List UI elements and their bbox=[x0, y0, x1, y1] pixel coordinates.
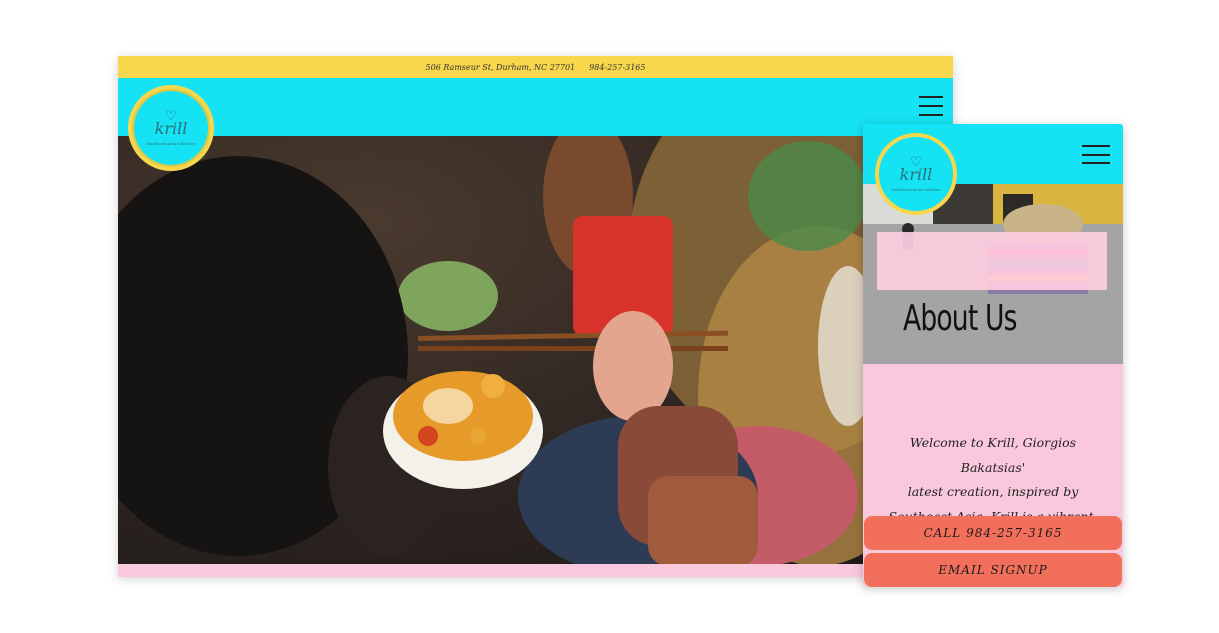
about-title-backdrop bbox=[877, 232, 1107, 290]
about-us-heading: About Us bbox=[903, 298, 1017, 339]
about-body-text: Welcome to Krill, Giorgios Bakatsias' la… bbox=[863, 431, 1123, 529]
logo-name: krill bbox=[899, 165, 933, 184]
body-line: latest creation, inspired by bbox=[907, 484, 1079, 499]
hero-image bbox=[118, 136, 953, 564]
address-text: 506 Ramseur St, Durham, NC 27701 bbox=[425, 62, 576, 72]
logo-tagline: Southeast Asian Kitchen bbox=[891, 187, 941, 192]
top-info-bar: 506 Ramseur St, Durham, NC 27701 984-257… bbox=[118, 56, 953, 78]
phone-link[interactable]: 984-257-3165 bbox=[589, 63, 645, 72]
desktop-mockup: 506 Ramseur St, Durham, NC 27701 984-257… bbox=[118, 56, 953, 577]
site-header bbox=[118, 78, 953, 136]
call-button[interactable]: CALL 984-257-3165 bbox=[864, 516, 1122, 550]
mobile-mockup: ♡ krill Southeast Asian Kitchen About Us… bbox=[863, 124, 1123, 587]
hamburger-menu-icon[interactable] bbox=[919, 96, 943, 116]
hamburger-menu-icon[interactable] bbox=[1082, 145, 1110, 164]
body-line: Welcome to Krill, Giorgios Bakatsias' bbox=[909, 435, 1077, 475]
logo-tagline: Southeast Asian Kitchen bbox=[146, 141, 196, 146]
krill-logo[interactable]: ♡ krill Southeast Asian Kitchen bbox=[875, 133, 957, 215]
email-signup-button[interactable]: EMAIL SIGNUP bbox=[864, 553, 1122, 587]
street-food-photo bbox=[118, 136, 953, 564]
logo-name: krill bbox=[154, 119, 188, 138]
krill-logo[interactable]: ♡ krill Southeast Asian Kitchen bbox=[128, 85, 214, 171]
